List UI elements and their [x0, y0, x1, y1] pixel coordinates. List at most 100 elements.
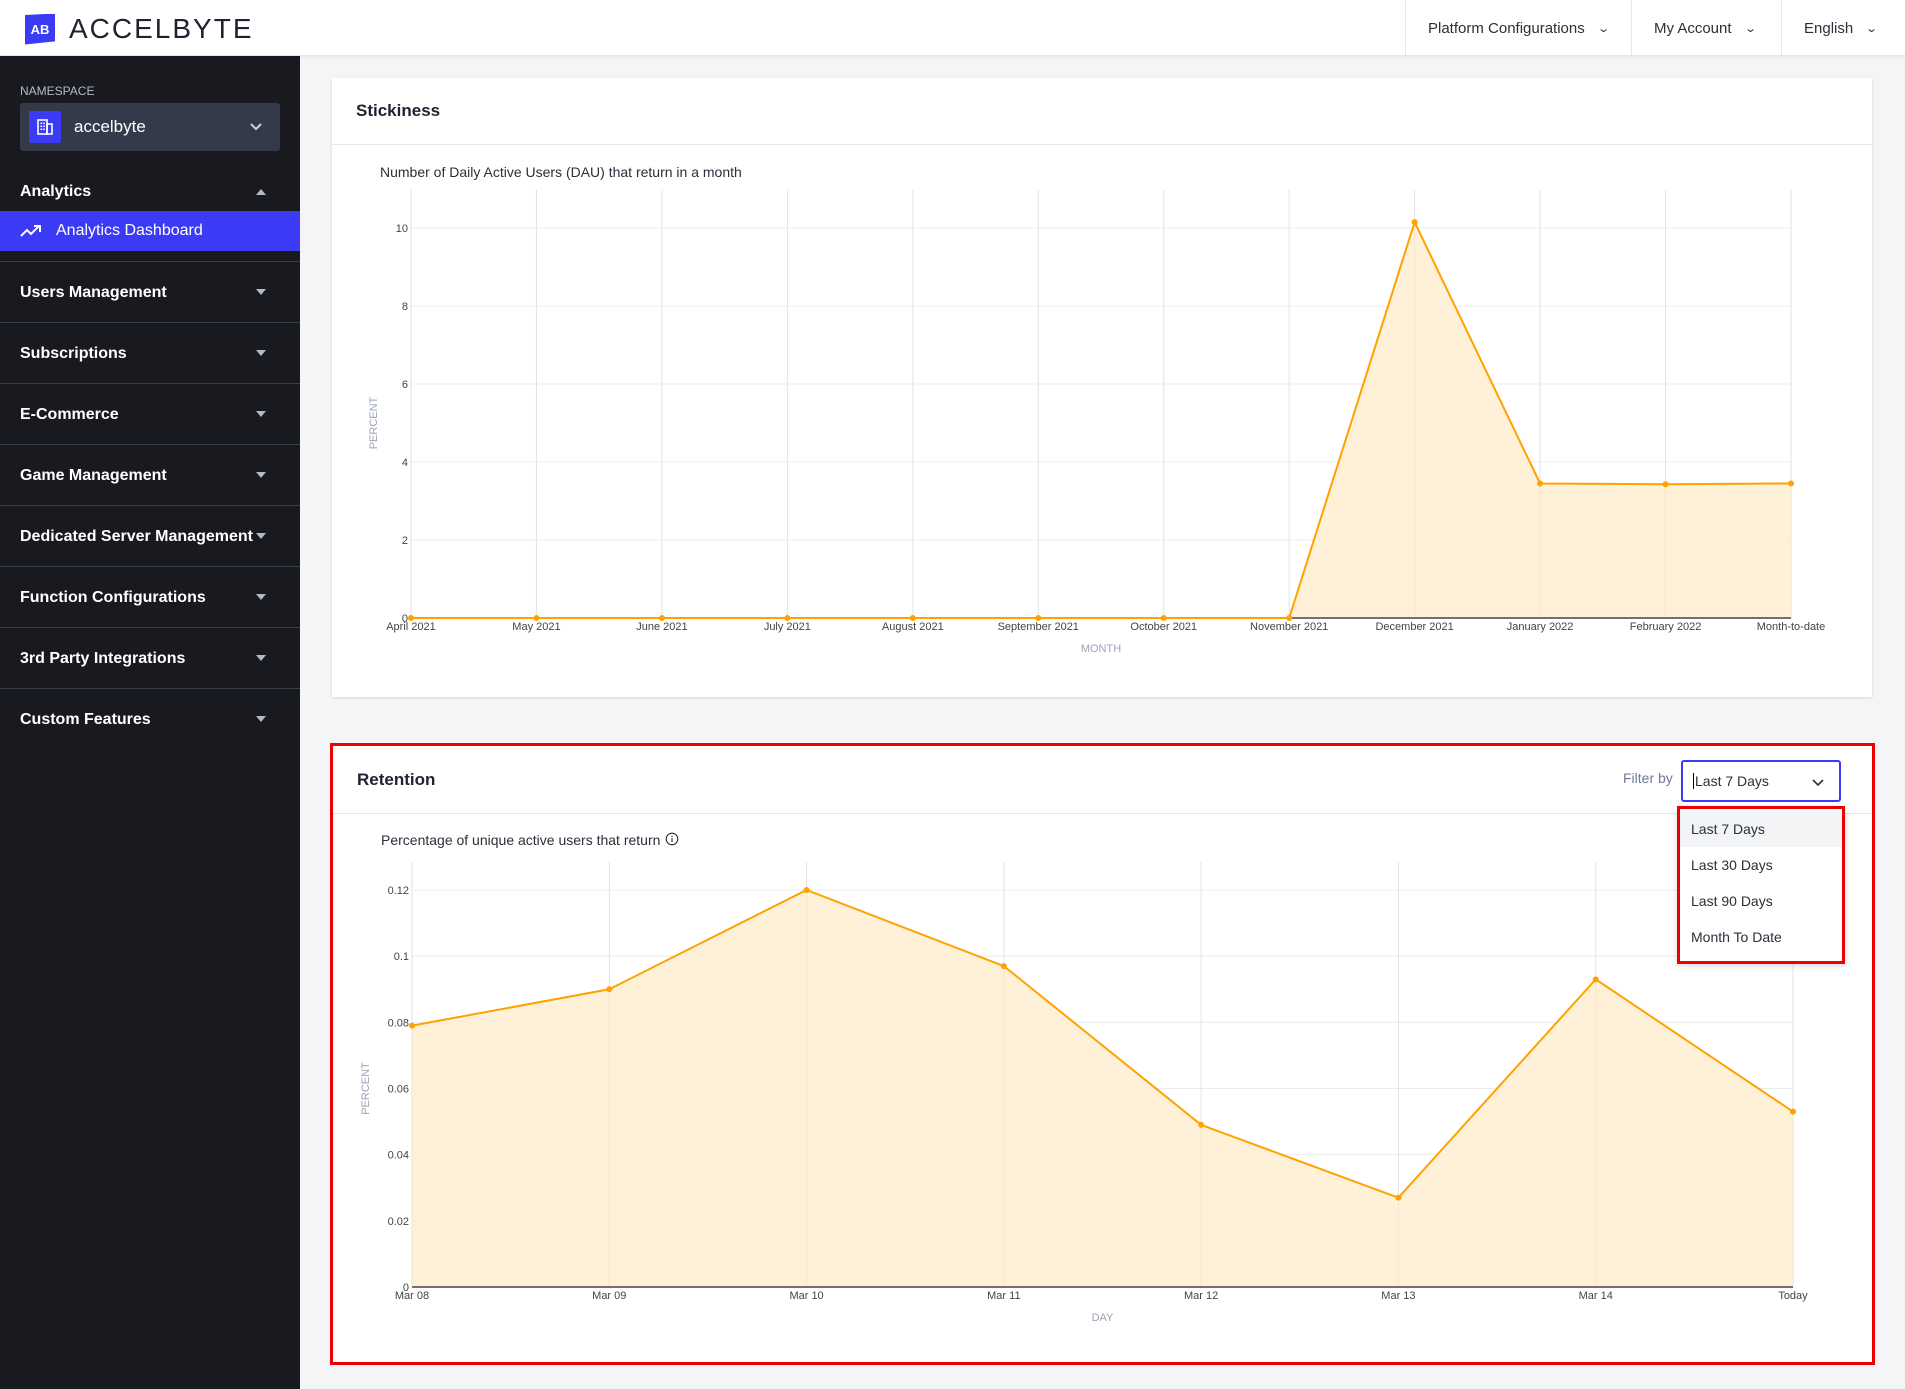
x-tick-label: Mar 10 [789, 1290, 823, 1302]
stickiness-chart: 0246810April 2021 May 2021 June 2021 July 2… [368, 190, 1825, 655]
x-tick-label: Mar 14 [1579, 1290, 1613, 1302]
data-point [1537, 480, 1544, 487]
filter-option-last-30-days[interactable]: Last 30 Days [1680, 847, 1842, 883]
data-point [803, 887, 810, 893]
data-point [1198, 1121, 1205, 1128]
namespace-label: NAMESPACE [20, 84, 95, 98]
caret-down-icon [256, 411, 266, 417]
filter-dropdown-menu: Last 7 Days Last 30 Days Last 90 Days Mo… [1677, 806, 1845, 964]
brand-name: ACCELBYTE [69, 13, 254, 44]
chevron-down-icon [250, 123, 262, 131]
filter-by-label: Filter by [1623, 770, 1673, 786]
data-point [1788, 480, 1794, 487]
caret-down-icon [256, 350, 266, 356]
x-tick-label: July 2021 [764, 621, 811, 633]
sidebar-item-3rd-party-integrations[interactable]: 3rd Party Integrations [0, 627, 300, 688]
sidebar-item-dedicated-server-management[interactable]: Dedicated Server Management [0, 505, 300, 566]
sidebar-item-function-configurations[interactable]: Function Configurations [0, 566, 300, 627]
top-header: AB ACCELBYTE Platform Configurations ⌄ M… [0, 0, 1905, 56]
analytics-section-title: Analytics [20, 183, 92, 200]
x-tick-label: Mar 13 [1381, 1290, 1415, 1302]
caret-down-icon [256, 533, 266, 539]
filter-option-month-to-date[interactable]: Month To Date [1680, 919, 1842, 955]
chevron-down-icon [1812, 779, 1824, 787]
caret-down-icon [256, 716, 266, 722]
sidebar-item-game-management[interactable]: Game Management [0, 444, 300, 505]
area-fill [411, 222, 1791, 618]
y-tick-label: 6 [402, 379, 408, 391]
y-axis-title: PERCENT [368, 396, 380, 449]
sidebar-item-subscriptions[interactable]: Subscriptions [0, 322, 300, 383]
x-tick-label: May 2021 [512, 621, 560, 633]
data-point [409, 1022, 415, 1029]
sidebar-item-custom-features[interactable]: Custom Features [0, 688, 300, 749]
building-icon [29, 111, 61, 143]
y-tick-label: 0.04 [388, 1150, 409, 1162]
data-point [1790, 1108, 1796, 1115]
retention-filter-select[interactable]: Last 7 Days [1681, 760, 1841, 802]
filter-option-last-7-days[interactable]: Last 7 Days [1680, 811, 1842, 847]
y-tick-label: 0.1 [394, 951, 409, 963]
x-tick-label: February 2022 [1630, 621, 1702, 633]
chevron-down-icon: ⌄ [1865, 22, 1879, 35]
language-menu[interactable]: English ⌄ [1781, 0, 1905, 56]
analytics-dashboard-label: Analytics Dashboard [56, 222, 203, 239]
x-axis-title: DAY [1092, 1312, 1114, 1324]
filter-option-last-90-days[interactable]: Last 90 Days [1680, 883, 1842, 919]
x-tick-label: Month-to-date [1757, 621, 1825, 633]
sidebar-item-label: Game Management [20, 467, 167, 484]
data-point [1395, 1194, 1402, 1201]
x-tick-label: April 2021 [386, 621, 436, 633]
x-tick-label: November 2021 [1250, 621, 1328, 633]
sidebar-item-label: Users Management [20, 284, 167, 301]
x-tick-label: Today [1778, 1290, 1808, 1302]
y-tick-label: 2 [402, 535, 408, 547]
accelbyte-logo-icon: AB [25, 13, 55, 45]
sidebar-section-analytics[interactable]: Analytics [0, 174, 300, 210]
sidebar-item-label: Dedicated Server Management [20, 528, 253, 545]
y-tick-label: 0.12 [388, 885, 409, 897]
retention-chart: 00.020.040.060.080.10.12Mar 08 Mar 09 Mar … [360, 862, 1808, 1324]
y-tick-label: 4 [402, 457, 408, 469]
my-account-menu[interactable]: My Account ⌄ [1631, 0, 1781, 56]
retention-card: Retention Percentage of unique active us… [330, 743, 1875, 1365]
x-axis-title: MONTH [1081, 643, 1121, 655]
x-tick-label: September 2021 [998, 621, 1079, 633]
x-tick-label: August 2021 [882, 621, 944, 633]
data-point [1411, 219, 1418, 226]
y-axis-title: PERCENT [360, 1062, 372, 1115]
x-tick-label: June 2021 [636, 621, 687, 633]
trending-up-icon [20, 225, 41, 237]
caret-down-icon [256, 594, 266, 600]
accelbyte-logo[interactable]: AB ACCELBYTE [25, 13, 254, 45]
area-fill [412, 890, 1793, 1287]
sidebar-item-label: Subscriptions [20, 345, 127, 362]
x-tick-label: Mar 09 [592, 1290, 626, 1302]
sidebar-item-label: E-Commerce [20, 406, 119, 423]
sidebar-item-users-management[interactable]: Users Management [0, 261, 300, 322]
data-point [1000, 963, 1007, 970]
sidebar-item-e-commerce[interactable]: E-Commerce [0, 383, 300, 444]
caret-up-icon [256, 189, 266, 195]
header-nav: Platform Configurations ⌄ My Account ⌄ E… [1405, 0, 1905, 56]
data-point [606, 986, 613, 993]
my-account-label: My Account [1654, 19, 1732, 37]
x-tick-label: October 2021 [1130, 621, 1197, 633]
sidebar-menu: Users Management Subscriptions E-Commerc… [0, 261, 300, 749]
sidebar-item-label: 3rd Party Integrations [20, 650, 186, 667]
x-tick-label: Mar 11 [987, 1290, 1020, 1302]
y-tick-label: 0.08 [388, 1017, 409, 1029]
x-tick-label: January 2022 [1507, 621, 1574, 633]
chevron-down-icon: ⌄ [1596, 22, 1610, 35]
namespace-value: accelbyte [74, 117, 146, 136]
y-tick-label: 8 [402, 301, 408, 313]
sidebar: NAMESPACE accelbyte Analytics Analytics … [0, 56, 300, 1389]
namespace-select[interactable]: accelbyte [20, 103, 280, 151]
sidebar-item-label: Custom Features [20, 711, 151, 728]
caret-down-icon [256, 472, 266, 478]
sidebar-item-analytics-dashboard[interactable]: Analytics Dashboard [0, 211, 300, 251]
caret-down-icon [256, 289, 266, 295]
platform-configurations-menu[interactable]: Platform Configurations ⌄ [1405, 0, 1631, 56]
data-point [1662, 481, 1669, 488]
chevron-down-icon: ⌄ [1743, 22, 1757, 35]
